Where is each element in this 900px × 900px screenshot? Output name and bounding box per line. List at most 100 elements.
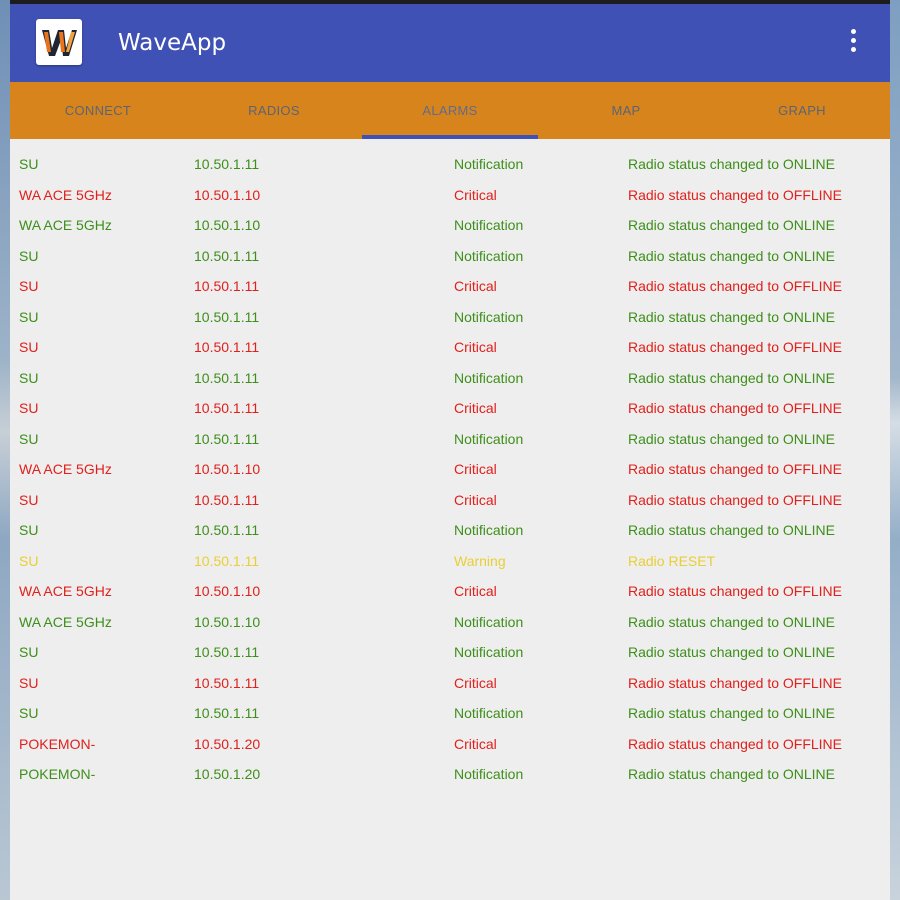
alarm-row[interactable]: SU 10.50.1.11 Notification Radio status cha… [10, 362, 890, 393]
alarm-row[interactable]: WA ACE 5GHz 10.50.1.10 Notification Radio s… [10, 606, 890, 637]
alarm-row[interactable]: WA ACE 5GHz 10.50.1.10 Critical Radio statu… [10, 575, 890, 606]
alarm-severity: Notification [454, 522, 524, 538]
alarm-ip-address: 10.50.1.11 [194, 278, 260, 294]
alarm-message: Radio status changed to OFFLINE [628, 583, 842, 599]
alarm-message: Radio status changed to OFFLINE [628, 735, 842, 752]
tab-alarms[interactable]: ALARMS [362, 82, 538, 139]
tab-map[interactable]: MAP [538, 82, 714, 139]
alarm-row[interactable]: SU 10.50.1.11 Critical Radio status changed… [10, 484, 890, 515]
desktop-background-right [890, 0, 900, 900]
alarm-radio-name: SU [19, 308, 39, 325]
alarm-message: Radio status changed to ONLINE [628, 613, 836, 630]
alarm-message: Radio status changed to ONLINE [628, 644, 836, 660]
alarm-ip-address: 10.50.1.10 [194, 613, 261, 630]
alarm-row[interactable]: SU 10.50.1.11 Critical Radio status changed… [10, 667, 890, 698]
wave-logo-icon [39, 22, 79, 62]
alarm-radio-name: SU [19, 522, 39, 538]
tab-bar: CONNECT RADIOS ALARMS MAP GRAPH [10, 82, 890, 139]
alarm-severity: Notification [454, 430, 524, 447]
alarm-ip-address: 10.50.1.20 [194, 766, 261, 782]
alarm-row[interactable]: WA ACE 5GHz 10.50.1.10 Critical Radio statu… [10, 179, 890, 210]
alarm-row[interactable]: POKEMON- 10.50.1.20 Critical Radio status c… [10, 728, 890, 759]
alarm-severity: Critical [454, 278, 497, 294]
tab-radios[interactable]: RADIOS [186, 82, 362, 139]
alarm-row[interactable]: SU 10.50.1.11 Notification Radio status cha… [10, 301, 890, 332]
app-logo [36, 19, 82, 65]
alarm-message: Radio status changed to OFFLINE [628, 278, 842, 294]
alarm-radio-name: SU [19, 491, 39, 508]
alarm-row[interactable]: POKEMON- 10.50.1.20 Notification Radio stat… [10, 758, 890, 789]
alarm-severity: Critical [454, 461, 497, 477]
alarm-row[interactable]: SU 10.50.1.11 Notification Radio status cha… [10, 697, 890, 728]
alarm-message: Radio status changed to ONLINE [628, 308, 836, 325]
alarm-radio-name: SU [19, 278, 39, 294]
app-bar: WaveApp [10, 4, 890, 82]
alarm-row[interactable]: SU 10.50.1.11 Warning Radio RESET [10, 545, 890, 576]
alarm-radio-name: SU [19, 430, 39, 447]
alarm-radio-name: SU [19, 705, 39, 721]
alarm-radio-name: SU [19, 156, 39, 172]
alarm-row[interactable]: SU 10.50.1.11 Critical Radio status changed… [10, 392, 890, 423]
alarm-ip-address: 10.50.1.11 [194, 430, 260, 447]
alarm-message: Radio status changed to OFFLINE [628, 186, 842, 203]
alarm-ip-address: 10.50.1.11 [194, 705, 260, 721]
alarm-ip-address: 10.50.1.20 [194, 735, 261, 752]
alarm-radio-name: WA ACE 5GHz [19, 217, 112, 233]
alarm-radio-name: WA ACE 5GHz [19, 461, 112, 477]
alarm-ip-address: 10.50.1.11 [194, 308, 260, 325]
alarm-severity: Critical [454, 735, 497, 752]
alarm-message: Radio status changed to OFFLINE [628, 400, 842, 416]
alarm-row[interactable]: WA ACE 5GHz 10.50.1.10 Critical Radio statu… [10, 453, 890, 484]
alarm-ip-address: 10.50.1.10 [194, 217, 261, 233]
alarm-severity: Critical [454, 583, 497, 599]
alarm-severity: Notification [454, 217, 524, 233]
alarm-row[interactable]: SU 10.50.1.11 Critical Radio status changed… [10, 331, 890, 362]
alarm-row[interactable]: SU 10.50.1.11 Notification Radio status cha… [10, 148, 890, 179]
alarm-severity: Notification [454, 247, 524, 264]
alarm-list: SU 10.50.1.11 Notification Radio status cha… [10, 148, 890, 789]
app-window: WaveApp CONNECT RADIOS ALARMS MAP GRAPH … [10, 0, 890, 900]
alarm-radio-name: SU [19, 674, 39, 691]
alarm-message: Radio status changed to ONLINE [628, 430, 836, 447]
alarm-severity: Notification [454, 766, 524, 782]
alarm-ip-address: 10.50.1.11 [194, 400, 260, 416]
alarm-row[interactable]: WA ACE 5GHz 10.50.1.10 Notification Radio s… [10, 209, 890, 240]
more-vert-icon[interactable] [838, 26, 868, 60]
tab-connect[interactable]: CONNECT [10, 82, 186, 139]
app-title: WaveApp [118, 30, 227, 56]
tab-graph[interactable]: GRAPH [714, 82, 890, 139]
alarm-severity: Notification [454, 613, 524, 630]
alarm-ip-address: 10.50.1.11 [194, 156, 260, 172]
alarm-ip-address: 10.50.1.11 [194, 522, 260, 538]
alarm-severity: Notification [454, 308, 524, 325]
alarm-severity: Notification [454, 644, 524, 660]
alarm-radio-name: POKEMON- [19, 766, 96, 782]
alarm-row[interactable]: SU 10.50.1.11 Notification Radio status cha… [10, 636, 890, 667]
alarm-radio-name: SU [19, 369, 39, 386]
alarm-message: Radio status changed to ONLINE [628, 522, 836, 538]
alarm-ip-address: 10.50.1.10 [194, 583, 261, 599]
desktop-background-left [0, 0, 10, 900]
alarm-ip-address: 10.50.1.10 [194, 461, 261, 477]
alarm-radio-name: SU [19, 644, 39, 660]
alarm-row[interactable]: SU 10.50.1.11 Notification Radio status cha… [10, 240, 890, 271]
alarm-radio-name: WA ACE 5GHz [19, 613, 112, 630]
alarm-severity: Notification [454, 156, 524, 172]
alarm-severity: Warning [454, 552, 506, 569]
alarm-radio-name: SU [19, 552, 39, 569]
alarm-radio-name: POKEMON- [19, 735, 96, 752]
alarm-message: Radio status changed to ONLINE [628, 369, 836, 386]
alarm-severity: Critical [454, 186, 497, 203]
alarm-message: Radio status changed to OFFLINE [628, 491, 842, 508]
alarm-row[interactable]: SU 10.50.1.11 Notification Radio status cha… [10, 423, 890, 454]
alarm-message: Radio status changed to OFFLINE [628, 461, 842, 477]
alarm-severity: Critical [454, 339, 497, 355]
alarm-severity: Critical [454, 674, 497, 691]
alarm-severity: Notification [454, 705, 524, 721]
alarm-message: Radio status changed to ONLINE [628, 766, 836, 782]
alarm-ip-address: 10.50.1.11 [194, 644, 260, 660]
alarm-message: Radio status changed to ONLINE [628, 247, 836, 264]
alarm-row[interactable]: SU 10.50.1.11 Notification Radio status cha… [10, 514, 890, 545]
alarm-radio-name: SU [19, 339, 39, 355]
alarm-row[interactable]: SU 10.50.1.11 Critical Radio status changed… [10, 270, 890, 301]
